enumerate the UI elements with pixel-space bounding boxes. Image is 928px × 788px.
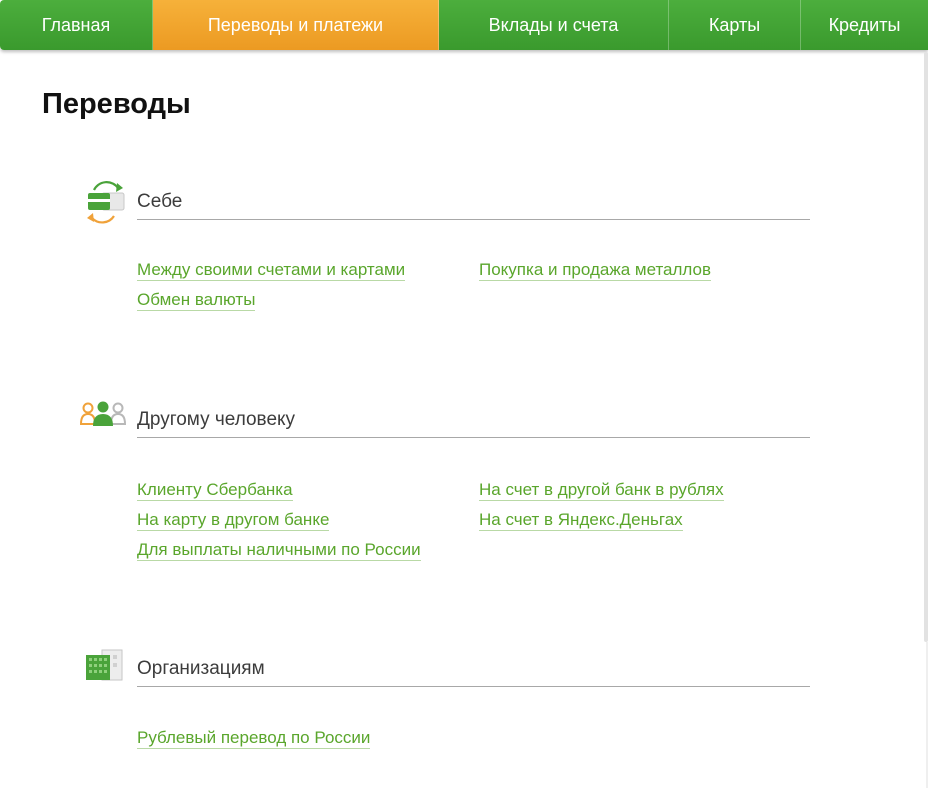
- section-links-organizations: Рублевый перевод по России: [137, 728, 810, 749]
- people-icon: [79, 398, 128, 438]
- tab-cards[interactable]: Карты: [669, 0, 801, 50]
- section-title-organizations: Организациям: [137, 651, 810, 687]
- link-yandex-money[interactable]: На счет в Яндекс.Деньгах: [479, 510, 683, 531]
- scrollbar[interactable]: [924, 52, 928, 642]
- tab-transfers-payments[interactable]: Переводы и платежи: [153, 0, 439, 50]
- main-navigation: Главная Переводы и платежи Вклады и счет…: [0, 0, 928, 50]
- tab-credits[interactable]: Кредиты: [801, 0, 928, 50]
- link-card-other-bank[interactable]: На карту в другом банке: [137, 510, 330, 531]
- tab-deposits-accounts[interactable]: Вклады и счета: [439, 0, 669, 50]
- link-between-own-accounts[interactable]: Между своими счетами и картами: [137, 260, 406, 281]
- section-organizations: Организациям Рублевый перевод по России: [80, 647, 810, 757]
- page-title: Переводы: [42, 88, 191, 120]
- link-sberbank-client[interactable]: Клиенту Сбербанка: [137, 480, 293, 501]
- link-currency-exchange[interactable]: Обмен валюты: [137, 290, 256, 311]
- tab-home[interactable]: Главная: [0, 0, 153, 50]
- building-icon: [80, 647, 128, 687]
- link-other-bank-account-rub[interactable]: На счет в другой банк в рублях: [479, 480, 724, 501]
- section-links-self: Между своими счетами и картами Покупка и…: [137, 260, 810, 311]
- section-title-other-person: Другому человеку: [137, 402, 810, 438]
- section-links-other-person: Клиенту Сбербанка На счет в другой банк …: [137, 480, 810, 561]
- link-cash-payout-russia[interactable]: Для выплаты наличными по России: [137, 540, 421, 561]
- card-exchange-icon: [80, 180, 128, 224]
- section-title-self: Себе: [137, 184, 810, 220]
- link-ruble-transfer-russia[interactable]: Рублевый перевод по России: [137, 728, 371, 749]
- section-self: Себе Между своими счетами и картами Поку…: [80, 180, 810, 320]
- section-other-person: Другому человеку Клиенту Сбербанка На сч…: [79, 398, 810, 578]
- link-metals-trading[interactable]: Покупка и продажа металлов: [479, 260, 712, 281]
